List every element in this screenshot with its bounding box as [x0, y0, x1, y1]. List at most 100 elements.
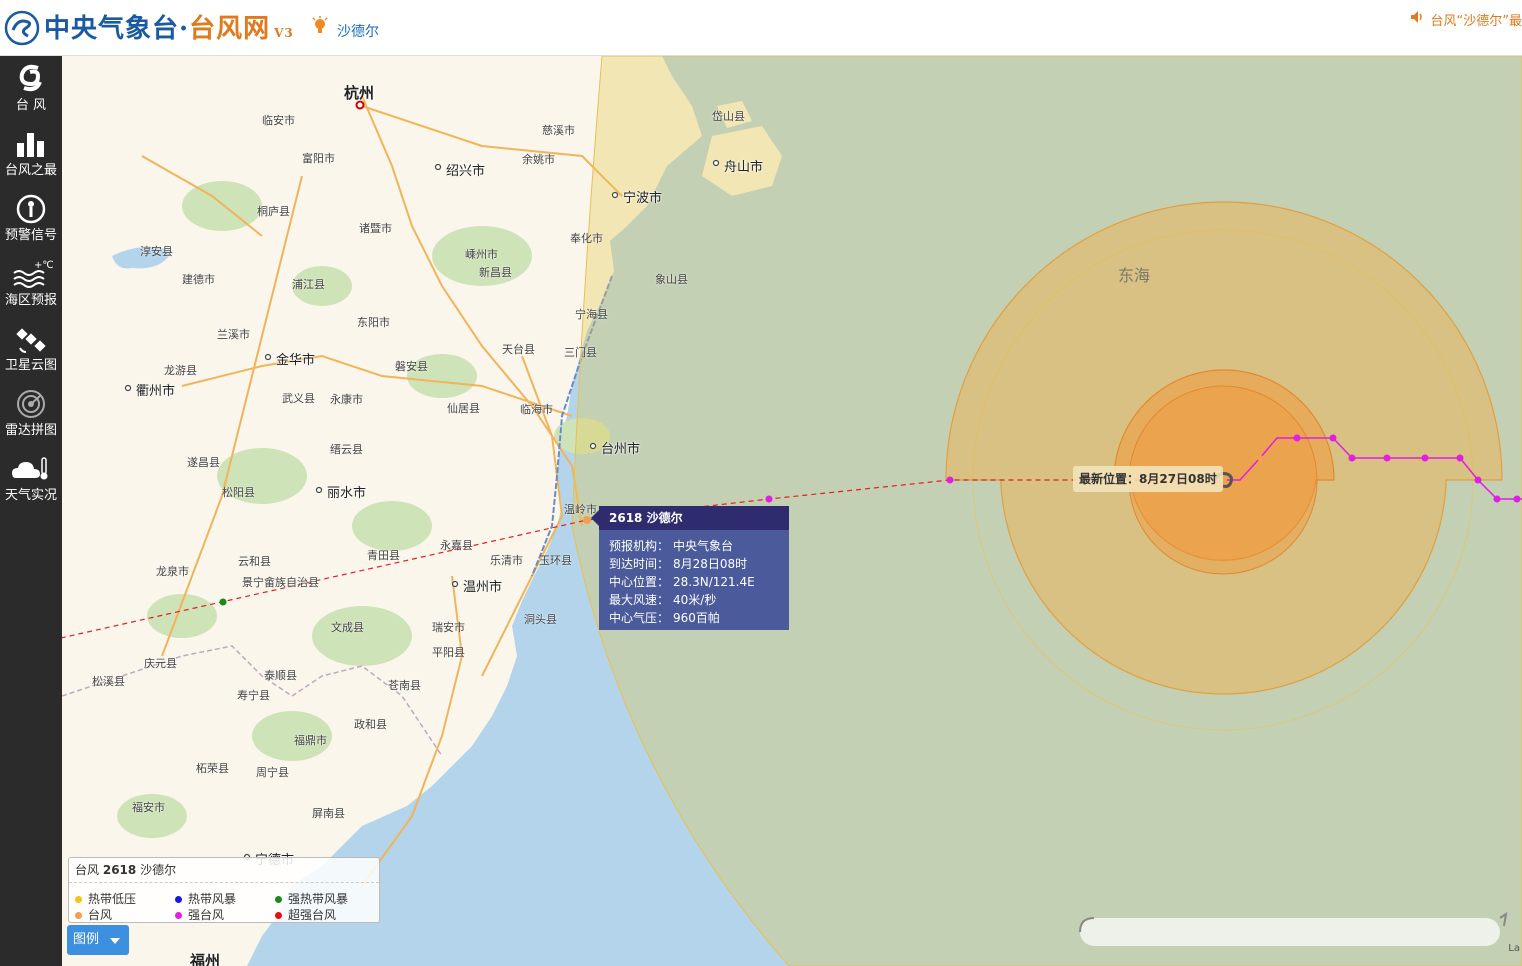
timeline-control[interactable]	[1070, 912, 1510, 952]
sidebar-item-label: 海区预报	[4, 293, 57, 308]
warning-signal-icon	[16, 194, 46, 224]
tooltip-row: 中心位置： 28.3N/121.4E	[609, 573, 779, 591]
active-typhoon-link[interactable]: 沙德尔	[337, 21, 379, 41]
city-marker	[712, 159, 720, 167]
legend-toggle-label: 图例	[73, 932, 100, 947]
city-label: 宁波市	[623, 191, 663, 206]
tooltip-value: 中央气象台	[673, 539, 734, 553]
county-label: 兰溪市	[217, 328, 250, 341]
county-label: 松阳县	[222, 486, 255, 499]
tooltip-row: 预报机构： 中央气象台	[609, 537, 779, 555]
city-label: 金华市	[276, 353, 316, 368]
county-label: 宁海县	[575, 308, 608, 321]
bulb-icon	[312, 16, 328, 33]
county-label: 云和县	[238, 555, 271, 568]
county-label: 龙游县	[164, 364, 197, 377]
county-label: 周宁县	[256, 766, 289, 779]
city-marker	[611, 191, 619, 199]
city-label: 衢州市	[136, 384, 176, 399]
legend-typhoon-id: 2618	[102, 863, 137, 877]
map-canvas[interactable]	[62, 56, 1522, 966]
tooltip-key: 中心气压：	[609, 611, 670, 625]
county-label: 龙泉市	[156, 565, 189, 578]
legend-item: 台风	[75, 908, 112, 922]
county-label: 福安市	[132, 801, 165, 814]
county-label: 屏南县	[312, 807, 345, 820]
tooltip-value: 960百帕	[673, 611, 720, 625]
sidebar-item-warnings[interactable]: 预警信号	[0, 186, 62, 250]
county-label: 武义县	[282, 392, 315, 405]
county-label: 平阳县	[432, 646, 465, 659]
county-label: 嵊州市	[465, 248, 498, 261]
sidebar-item-observations[interactable]: 天气实况	[0, 446, 62, 510]
tooltip-value: 40米/秒	[673, 593, 717, 607]
legend-panel: 台风 2618 沙德尔 热带低压 热带风暴 强热带风暴 台风 强台风 超强台风	[68, 857, 380, 923]
county-label: 政和县	[354, 718, 387, 731]
legend-dot-icon	[175, 912, 182, 919]
city-marker	[589, 442, 597, 450]
sidebar-item-label: 雷达拼图	[4, 423, 57, 438]
site-title-main: 中央气象台·	[44, 14, 190, 44]
county-label: 柘荣县	[196, 762, 229, 775]
weather-icon	[12, 457, 48, 480]
news-ticker[interactable]: 台风“沙德尔”最	[1410, 10, 1522, 29]
forecast-point[interactable]	[219, 598, 227, 606]
county-label: 新昌县	[479, 266, 512, 279]
sidebar-item-sea-forecast[interactable]: +℃ 海区预报	[0, 251, 62, 315]
legend-dot-icon	[175, 896, 182, 903]
forecast-point[interactable]	[946, 476, 954, 484]
county-label: 桐庐县	[257, 205, 290, 218]
county-label: 三门县	[564, 346, 597, 359]
tooltip-arrow	[591, 510, 599, 526]
county-label: 松溪县	[92, 675, 125, 688]
legend-dot-icon	[275, 912, 282, 919]
site-title-accent: 台风网	[189, 14, 271, 44]
speaker-icon	[1410, 11, 1422, 23]
county-label: 永康市	[330, 393, 363, 406]
version-label: V3	[274, 26, 294, 40]
sidebar-item-label: 台风之最	[4, 163, 57, 178]
forecast-point-selected[interactable]	[583, 516, 591, 524]
tooltip-key: 最大风速：	[609, 593, 670, 607]
legend-item: 热带低压	[75, 892, 136, 906]
county-label: 岱山县	[712, 110, 745, 123]
legend-item: 热带风暴	[175, 892, 236, 906]
forecast-point[interactable]	[765, 495, 773, 503]
county-label: 青田县	[367, 549, 400, 562]
sidebar-item-radar[interactable]: 雷达拼图	[0, 381, 62, 445]
county-label: 奉化市	[570, 232, 603, 245]
legend-toggle-button[interactable]: 图例	[67, 925, 129, 955]
header: 中央气象台·台风网 V3 沙德尔 台风“沙德尔”最	[0, 0, 1522, 56]
legend-item: 超强台风	[275, 908, 336, 922]
sidebar: 台 风 台风之最 预警信号 +℃ 海区预报 卫星云图 雷达拼图 天气实况	[0, 56, 62, 966]
county-label: 淳安县	[140, 245, 173, 258]
sidebar-item-satellite[interactable]: 卫星云图	[0, 316, 62, 380]
county-label: 苍南县	[388, 679, 421, 692]
tooltip-row: 到达时间： 8月28日08时	[609, 555, 779, 573]
city-label: 舟山市	[724, 160, 764, 175]
site-title[interactable]: 中央气象台·台风网 V3	[44, 8, 294, 45]
cma-logo-icon	[4, 10, 40, 46]
tooltip-row: 最大风速： 40米/秒	[609, 591, 779, 609]
sidebar-item-typhoon[interactable]: 台 风	[0, 56, 62, 120]
city-label: 丽水市	[327, 486, 367, 501]
county-label: 福鼎市	[294, 734, 327, 747]
county-label: 象山县	[655, 273, 688, 286]
county-label: 浦江县	[292, 278, 325, 291]
county-label: 临海市	[520, 403, 553, 416]
legend-item-label: 超强台风	[288, 908, 337, 922]
county-label: 仙居县	[447, 402, 480, 415]
legend-item: 强热带风暴	[275, 892, 348, 906]
sea-forecast-icon: +℃	[13, 260, 54, 288]
legend-title: 台风 2618 沙德尔	[69, 858, 379, 883]
sidebar-item-label: 台 风	[15, 98, 47, 113]
typhoon-icon	[19, 64, 42, 92]
legend-dot-icon	[75, 912, 82, 919]
sidebar-item-label: 卫星云图	[4, 358, 57, 373]
typhoon-map[interactable]: 杭州绍兴市宁波市舟山市金华市衢州市台州市丽水市温州市宁德市福州 临安市富阳市慈溪…	[62, 56, 1522, 966]
sidebar-item-label: 天气实况	[4, 488, 57, 503]
sidebar-item-records[interactable]: 台风之最	[0, 121, 62, 185]
track-point-typhoon	[1257, 455, 1263, 461]
city-label: 杭州	[344, 84, 375, 102]
tooltip-rows: 预报机构： 中央气象台 到达时间： 8月28日08时 中心位置： 28.3N/121.4E…	[599, 530, 789, 627]
